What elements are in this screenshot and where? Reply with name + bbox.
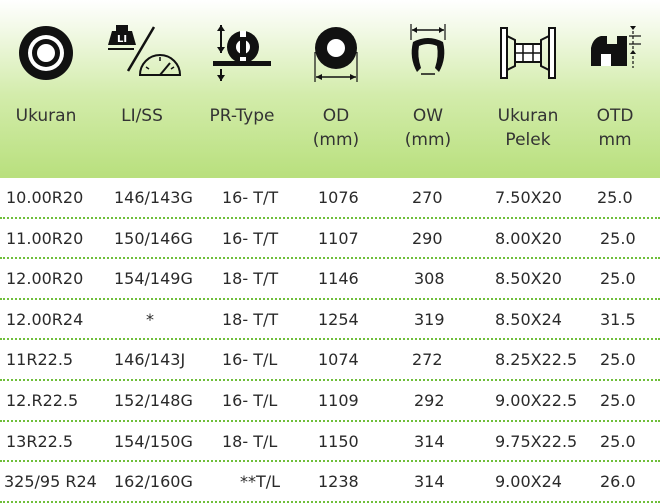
header-col-od: OD (mm) xyxy=(292,0,380,176)
cell-ukuran-pelek: 9.00X24 xyxy=(495,472,562,492)
header-label-ukuran-pelek: Ukuran Pelek xyxy=(497,106,559,150)
table-row: 11.00R20 150/146G 16- T/T 1107 290 8.00X… xyxy=(0,219,660,260)
header-col-ow: OW (mm) xyxy=(380,0,476,176)
cell-ukuran: 12.00R20 xyxy=(6,269,84,289)
header-col-ukuran-pelek: Ukuran Pelek xyxy=(476,0,580,176)
cell-otd: 25.0 xyxy=(600,269,636,289)
cell-ukuran-pelek: 8.00X20 xyxy=(495,228,562,248)
cell-otd: 26.0 xyxy=(600,472,636,492)
cell-li-ss: 154/149G xyxy=(114,269,193,289)
cell-pr-type: 16- T/T xyxy=(222,188,279,207)
table-row: 12.00R24 * 18- T/T 1254 319 8.50X24 31.5 xyxy=(0,300,660,341)
cell-ukuran-pelek: 8.50X24 xyxy=(495,309,562,329)
header-label-otd: OTD mm xyxy=(596,106,634,150)
cell-ukuran-pelek: 9.75X22.5 xyxy=(495,431,578,451)
cell-otd: 25.0 xyxy=(600,350,636,370)
header-col-pr-type: PR-Type xyxy=(192,0,292,176)
cell-od: 1146 xyxy=(318,269,359,289)
cell-pr-type: 18- T/T xyxy=(222,309,279,329)
cell-od: 1254 xyxy=(318,309,359,329)
table-body: 10.00R20 146/143G 16- T/T 1076 270 7.50X… xyxy=(0,176,660,503)
cell-ow: 314 xyxy=(414,431,445,451)
cell-pr-type: 16- T/L xyxy=(222,350,278,370)
cell-pr-type: 18- T/T xyxy=(222,269,279,289)
cell-li-ss: * xyxy=(146,309,154,329)
cell-li-ss: 146/143J xyxy=(114,350,186,370)
cell-ow: 292 xyxy=(414,390,445,410)
header-label-li-ss: LI/SS xyxy=(121,106,163,126)
cell-otd: 25.0 xyxy=(600,390,636,410)
table-row: 13R22.5 154/150G 18- T/L 1150 314 9.75X2… xyxy=(0,422,660,463)
cell-ow: 290 xyxy=(412,228,443,248)
rim-size-icon xyxy=(476,18,580,88)
cell-li-ss: 146/143G xyxy=(114,188,193,207)
load-speed-icon: LI xyxy=(92,18,192,88)
tread-depth-icon xyxy=(580,18,650,88)
cell-otd: 25.0 xyxy=(600,228,636,248)
cell-od: 1109 xyxy=(318,390,359,410)
cell-od: 1074 xyxy=(318,350,359,370)
cell-ow: 270 xyxy=(412,188,443,207)
header-col-li-ss: LI LI/SS xyxy=(92,0,192,176)
cell-od: 1107 xyxy=(318,228,359,248)
cell-ow: 314 xyxy=(414,472,445,492)
cell-ukuran-pelek: 8.50X20 xyxy=(495,269,562,289)
cell-pr-type: 18- T/L xyxy=(222,431,278,451)
overall-width-icon xyxy=(380,18,476,88)
outer-diameter-icon xyxy=(292,18,380,88)
cell-pr-type: **T/L xyxy=(240,472,281,492)
header-label-pr-type: PR-Type xyxy=(209,106,275,126)
cell-ow: 319 xyxy=(414,309,445,329)
cell-od: 1076 xyxy=(318,188,359,207)
header-label-ukuran: Ukuran xyxy=(15,106,77,126)
cell-li-ss: 154/150G xyxy=(114,431,193,451)
cell-ukuran: 11R22.5 xyxy=(6,350,74,370)
cell-pr-type: 16- T/T xyxy=(222,228,279,248)
cell-ukuran: 11.00R20 xyxy=(6,228,84,248)
cell-od: 1150 xyxy=(318,431,359,451)
header-label-ow: OW (mm) xyxy=(404,106,452,150)
cell-ukuran: 12.R22.5 xyxy=(6,390,79,410)
cell-ukuran: 10.00R20 xyxy=(6,188,84,207)
header-col-otd: OTD mm xyxy=(580,0,650,176)
cell-otd: 31.5 xyxy=(600,309,636,329)
cell-ukuran: 12.00R24 xyxy=(6,309,84,329)
li-icon-text: LI xyxy=(117,34,127,45)
table-header: Ukuran LI LI/SS PR-Type OD (mm) OW (mm) … xyxy=(0,0,660,176)
cell-ow: 308 xyxy=(414,269,445,289)
cell-od: 1238 xyxy=(318,472,359,492)
cell-pr-type: 16- T/L xyxy=(222,390,278,410)
cell-li-ss: 150/146G xyxy=(114,228,193,248)
cell-ow: 272 xyxy=(412,350,443,370)
table-row: 11R22.5 146/143J 16- T/L 1074 272 8.25X2… xyxy=(0,340,660,381)
cell-ukuran-pelek: 7.50X20 xyxy=(495,188,562,207)
cell-ukuran: 13R22.5 xyxy=(6,431,74,451)
cell-ukuran-pelek: 9.00X22.5 xyxy=(495,390,578,410)
cell-otd: 25.0 xyxy=(597,188,633,207)
table-row: 12.R22.5 152/148G 16- T/L 1109 292 9.00X… xyxy=(0,381,660,422)
table-row: 10.00R20 146/143G 16- T/T 1076 270 7.50X… xyxy=(0,176,660,219)
header-label-od: OD (mm) xyxy=(312,106,360,150)
cell-otd: 25.0 xyxy=(600,431,636,451)
table-row: 12.00R20 154/149G 18- T/T 1146 308 8.50X… xyxy=(0,259,660,300)
cell-ukuran: 325/95 R24 xyxy=(4,472,97,492)
header-col-ukuran: Ukuran xyxy=(0,0,92,176)
cell-li-ss: 162/160G xyxy=(114,472,193,492)
table-row: 325/95 R24 162/160G **T/L 1238 314 9.00X… xyxy=(0,462,660,503)
tire-icon xyxy=(0,18,92,88)
ply-rating-icon xyxy=(192,18,292,88)
cell-li-ss: 152/148G xyxy=(114,390,193,410)
cell-ukuran-pelek: 8.25X22.5 xyxy=(495,350,578,370)
